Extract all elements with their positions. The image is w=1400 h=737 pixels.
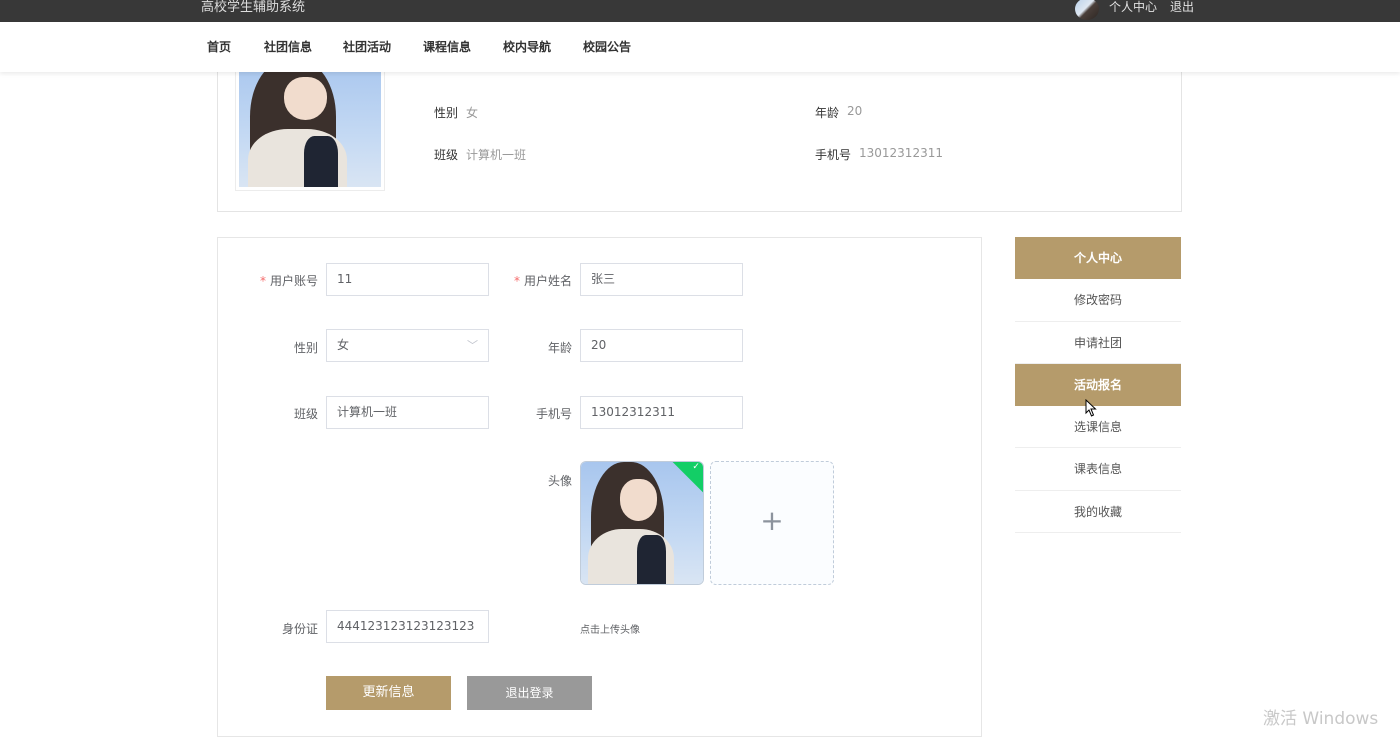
user-avatar[interactable] xyxy=(1075,0,1099,20)
update-info-button[interactable]: 更新信息 xyxy=(326,676,451,710)
profile-age-label: 年龄 xyxy=(815,106,840,120)
profile-age-value: 20 xyxy=(847,104,863,118)
phone-label: 手机号 xyxy=(535,407,572,421)
profile-photo xyxy=(235,55,385,191)
nav-item-campus-navigation[interactable]: 校内导航 xyxy=(503,38,551,55)
portrait-image xyxy=(239,59,381,187)
logout-button[interactable]: 退出登录 xyxy=(467,676,592,710)
name-input[interactable]: 张三 xyxy=(580,263,743,296)
side-item-apply-club[interactable]: 申请社团 xyxy=(1015,321,1181,364)
gender-label: 性别 xyxy=(293,341,318,355)
nav-item-home[interactable]: 首页 xyxy=(207,38,231,55)
uploaded-avatar[interactable]: ✓ xyxy=(580,461,704,585)
main-nav: 首页 社团信息 社团活动 课程信息 校内导航 校园公告 xyxy=(0,22,1400,72)
user-center-link[interactable]: 个人中心 xyxy=(1109,0,1157,14)
gender-select[interactable]: 女 ﹀ xyxy=(326,329,489,362)
plus-icon: + xyxy=(760,504,784,537)
side-item-favorites[interactable]: 我的收藏 xyxy=(1015,490,1181,534)
upload-add-button[interactable]: + xyxy=(710,461,834,585)
account-input[interactable]: 11 xyxy=(326,263,489,296)
account-label: * 用户账号 xyxy=(259,274,318,288)
account-label-text: 用户账号 xyxy=(269,274,318,288)
profile-gender-label: 性别 xyxy=(434,106,459,120)
upload-tip: 点击上传头像 xyxy=(580,625,640,636)
side-menu: 个人中心 修改密码 申请社团 活动报名 选课信息 课表信息 我的收藏 xyxy=(1015,237,1181,534)
side-item-activity-signup[interactable]: 活动报名 xyxy=(1015,363,1181,407)
gender-select-value: 女 xyxy=(337,338,350,352)
profile-class-label: 班级 xyxy=(434,148,459,162)
age-input[interactable]: 20 xyxy=(580,329,743,362)
side-item-course-selection[interactable]: 选课信息 xyxy=(1015,406,1181,449)
top-bar: 高校学生辅助系统 个人中心 退出 xyxy=(0,0,1400,22)
profile-phone-label: 手机号 xyxy=(815,148,852,162)
id-card-input[interactable]: 444123123123123123 xyxy=(326,610,489,643)
name-label-text: 用户姓名 xyxy=(523,274,572,288)
avatar-label: 头像 xyxy=(547,474,572,488)
site-title: 高校学生辅助系统 xyxy=(201,0,306,15)
nav-item-course-info[interactable]: 课程信息 xyxy=(423,38,471,55)
profile-gender-value: 女 xyxy=(466,106,479,120)
nav-item-campus-notices[interactable]: 校园公告 xyxy=(583,38,631,55)
check-icon: ✓ xyxy=(692,462,700,473)
windows-activation-watermark: 激活 Windows xyxy=(1263,709,1379,729)
class-label: 班级 xyxy=(293,407,318,421)
profile-phone-value: 13012312311 xyxy=(859,146,943,160)
age-label: 年龄 xyxy=(547,341,572,355)
profile-class-value: 计算机一班 xyxy=(466,148,527,162)
chevron-down-icon: ﹀ xyxy=(467,339,478,352)
class-input[interactable]: 计算机一班 xyxy=(326,396,489,429)
side-item-change-password[interactable]: 修改密码 xyxy=(1015,279,1181,322)
side-item-timetable[interactable]: 课表信息 xyxy=(1015,448,1181,491)
name-label: * 用户姓名 xyxy=(513,274,572,288)
nav-item-club-info[interactable]: 社团信息 xyxy=(264,38,312,55)
phone-input[interactable]: 13012312311 xyxy=(580,396,743,429)
logout-link[interactable]: 退出 xyxy=(1170,0,1194,14)
nav-item-club-activities[interactable]: 社团活动 xyxy=(343,38,391,55)
side-item-user-center[interactable]: 个人中心 xyxy=(1015,237,1181,280)
id-card-label: 身份证 xyxy=(281,622,318,636)
avatar-image xyxy=(581,462,703,584)
